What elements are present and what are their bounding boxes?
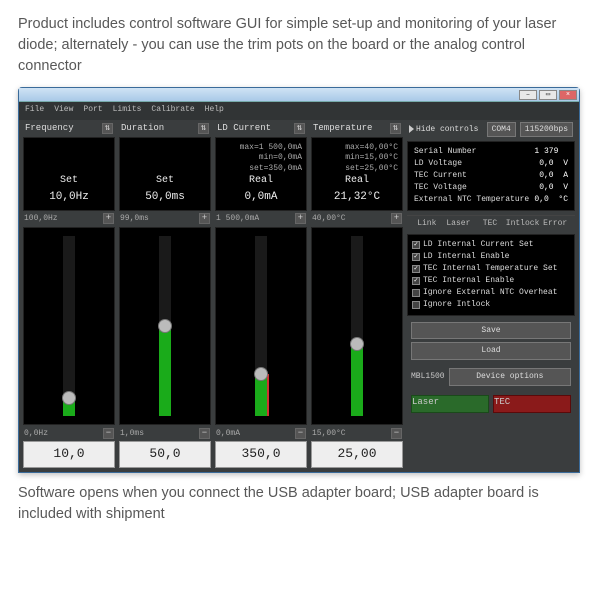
channel-stepper[interactable]: ⇅ xyxy=(390,123,401,134)
flag-label: Ignore Intlock xyxy=(423,299,490,311)
flag-row[interactable]: LD Internal Current Set xyxy=(412,239,570,251)
checkbox-icon[interactable] xyxy=(412,277,420,285)
menu-calibrate[interactable]: Calibrate xyxy=(151,104,194,116)
checkbox-icon[interactable] xyxy=(412,265,420,273)
hide-controls-toggle[interactable]: Hide controls xyxy=(409,124,483,136)
channel-display: max=1 500,0mAmin=0,0mAset=350,0mA Real 0… xyxy=(215,137,307,211)
channel-slider[interactable] xyxy=(311,227,403,424)
checkbox-icon[interactable] xyxy=(412,241,420,249)
tec-toggle-button[interactable]: TEC xyxy=(493,395,571,413)
device-name-label: MBL1500 xyxy=(411,371,445,383)
channel-display: Set 10,0Hz xyxy=(23,137,115,211)
checkbox-icon[interactable] xyxy=(412,289,420,297)
menubar: File View Port Limits Calibrate Help xyxy=(19,102,579,120)
minus-button[interactable]: − xyxy=(295,428,306,439)
flag-label: TEC Internal Enable xyxy=(423,275,514,287)
status-tab-tec[interactable]: TEC xyxy=(474,218,506,230)
channel-ld current: LD Current ⇅ max=1 500,0mAmin=0,0mAset=3… xyxy=(215,122,307,468)
checkbox-icon[interactable] xyxy=(412,301,420,309)
channel-frequency: Frequency ⇅ Set 10,0Hz 100,0Hz + 0,0Hz −… xyxy=(23,122,115,468)
description-bottom: Software opens when you connect the USB … xyxy=(18,483,582,525)
channel-slider[interactable] xyxy=(23,227,115,424)
flag-row[interactable]: TEC Internal Enable xyxy=(412,275,570,287)
channel-title: Temperature xyxy=(313,122,372,135)
minus-button[interactable]: − xyxy=(103,428,114,439)
channel-title: Frequency xyxy=(25,122,74,135)
range-max: 99,0ms xyxy=(120,213,149,225)
channel-stepper[interactable]: ⇅ xyxy=(102,123,113,134)
flag-label: Ignore External NTC Overheat xyxy=(423,287,557,299)
menu-limits[interactable]: Limits xyxy=(113,104,142,116)
info-row: TEC Voltage0,0 V xyxy=(414,182,568,194)
channel-duration: Duration ⇅ Set 50,0ms 99,0ms + 1,0ms − 5… xyxy=(119,122,211,468)
range-max: 1 500,0mA xyxy=(216,213,259,225)
flag-row[interactable]: Ignore External NTC Overheat xyxy=(412,287,570,299)
info-row: Serial Number1 379 xyxy=(414,146,568,158)
plus-button[interactable]: + xyxy=(295,213,306,224)
status-tab-intlock[interactable]: Intlock xyxy=(506,218,540,230)
channel-input[interactable]: 50,0 xyxy=(119,441,211,468)
plus-button[interactable]: + xyxy=(199,213,210,224)
channel-title: LD Current xyxy=(217,122,271,135)
maximize-button[interactable]: ▭ xyxy=(539,90,557,100)
menu-help[interactable]: Help xyxy=(205,104,224,116)
info-row: TEC Current0,0 A xyxy=(414,170,568,182)
channel-slider[interactable] xyxy=(119,227,211,424)
range-min: 0,0mA xyxy=(216,428,240,440)
flags-panel: LD Internal Current Set LD Internal Enab… xyxy=(407,234,575,316)
flag-label: TEC Internal Temperature Set xyxy=(423,263,557,275)
hide-controls-label: Hide controls xyxy=(416,124,478,136)
status-tab-error[interactable]: Error xyxy=(539,218,571,230)
channel-temperature: Temperature ⇅ max=40,00°Cmin=15,00°Cset=… xyxy=(311,122,403,468)
triangle-icon xyxy=(409,125,414,133)
range-max: 100,0Hz xyxy=(24,213,58,225)
load-button[interactable]: Load xyxy=(411,342,571,360)
plus-button[interactable]: + xyxy=(391,213,402,224)
checkbox-icon[interactable] xyxy=(412,253,420,261)
description-top: Product includes control software GUI fo… xyxy=(18,14,582,77)
save-button[interactable]: Save xyxy=(411,322,571,340)
menu-view[interactable]: View xyxy=(54,104,73,116)
channel-stepper[interactable]: ⇅ xyxy=(198,123,209,134)
range-min: 1,0ms xyxy=(120,428,144,440)
info-panel: Serial Number1 379 LD Voltage0,0 VTEC Cu… xyxy=(407,141,575,211)
range-min: 15,00°C xyxy=(312,428,346,440)
minus-button[interactable]: − xyxy=(199,428,210,439)
flag-row[interactable]: LD Internal Enable xyxy=(412,251,570,263)
status-tab-laser[interactable]: Laser xyxy=(443,218,475,230)
minus-button[interactable]: − xyxy=(391,428,402,439)
flag-label: LD Internal Current Set xyxy=(423,239,533,251)
close-button[interactable]: × xyxy=(559,90,577,100)
window-titlebar: – ▭ × xyxy=(19,88,579,102)
channel-stepper[interactable]: ⇅ xyxy=(294,123,305,134)
menu-port[interactable]: Port xyxy=(83,104,102,116)
status-tabs: LinkLaserTECIntlockError xyxy=(407,215,575,230)
menu-file[interactable]: File xyxy=(25,104,44,116)
plus-button[interactable]: + xyxy=(103,213,114,224)
channel-input[interactable]: 350,0 xyxy=(215,441,307,468)
channel-slider[interactable] xyxy=(215,227,307,424)
flag-label: LD Internal Enable xyxy=(423,251,509,263)
status-tab-link[interactable]: Link xyxy=(411,218,443,230)
port-selector[interactable]: COM4 xyxy=(487,122,516,138)
range-min: 0,0Hz xyxy=(24,428,48,440)
channel-input[interactable]: 25,00 xyxy=(311,441,403,468)
device-options-button[interactable]: Device options xyxy=(449,368,571,386)
info-row: External NTC Temperature0,0 °C xyxy=(414,194,568,206)
baud-selector[interactable]: 115200bps xyxy=(520,122,573,138)
info-row: LD Voltage0,0 V xyxy=(414,158,568,170)
app-window: – ▭ × File View Port Limits Calibrate He… xyxy=(18,87,580,473)
flag-row[interactable]: Ignore Intlock xyxy=(412,299,570,311)
channel-title: Duration xyxy=(121,122,164,135)
range-max: 40,00°C xyxy=(312,213,346,225)
laser-toggle-button[interactable]: Laser xyxy=(411,395,489,413)
channel-display: max=40,00°Cmin=15,00°Cset=25,00°C Real 2… xyxy=(311,137,403,211)
flag-row[interactable]: TEC Internal Temperature Set xyxy=(412,263,570,275)
minimize-button[interactable]: – xyxy=(519,90,537,100)
channel-display: Set 50,0ms xyxy=(119,137,211,211)
channel-input[interactable]: 10,0 xyxy=(23,441,115,468)
